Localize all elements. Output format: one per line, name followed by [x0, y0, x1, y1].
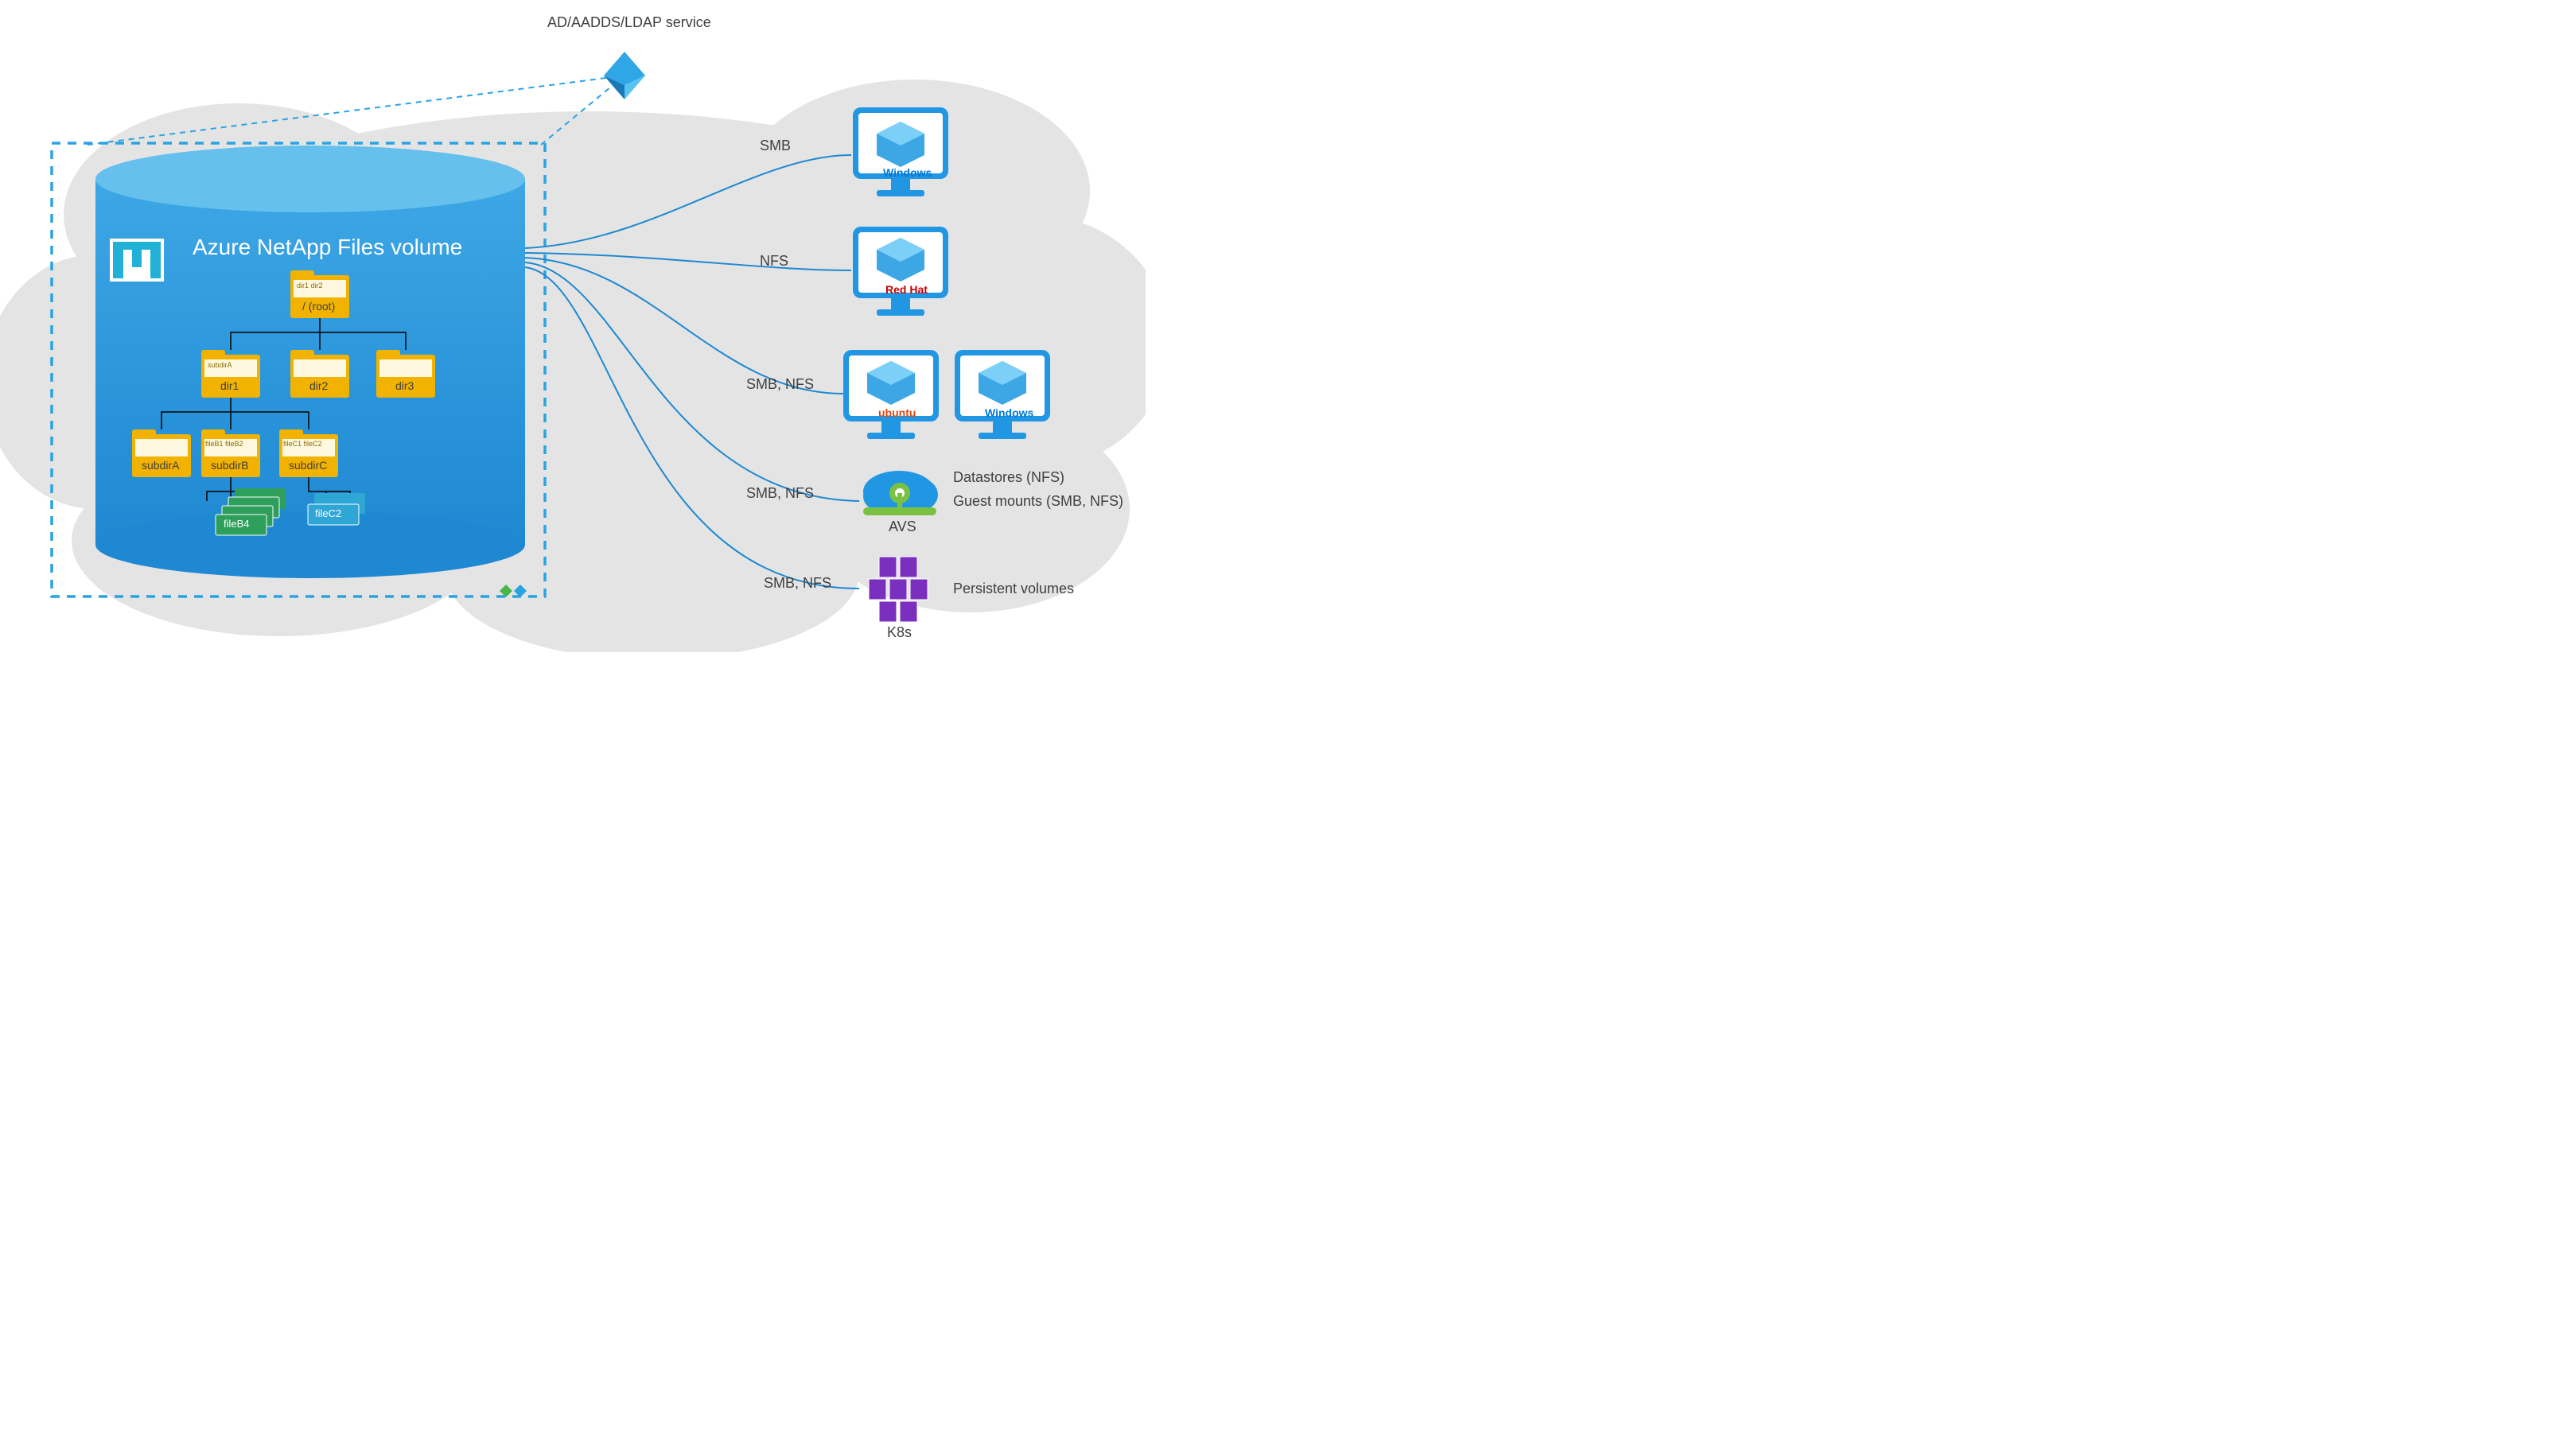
client-ubuntu — [843, 350, 939, 439]
client-windows — [853, 107, 948, 196]
client-windows2-label: Windows — [985, 406, 1033, 419]
client-windows2 — [955, 350, 1050, 439]
clients-layer — [0, 0, 1146, 652]
client-redhat-label: Red Hat — [885, 283, 928, 296]
client-redhat — [853, 227, 948, 316]
k8s-icon — [869, 557, 928, 622]
client-ubuntu-label: ubuntu — [878, 406, 916, 419]
avs-icon — [863, 471, 938, 515]
avs-label: AVS — [889, 519, 916, 535]
client-windows-label: Windows — [883, 166, 932, 179]
label-guestmounts: Guest mounts (SMB, NFS) — [953, 493, 1123, 510]
label-pv: Persistent volumes — [953, 581, 1074, 597]
k8s-label: K8s — [887, 624, 912, 641]
label-datastores: Datastores (NFS) — [953, 469, 1064, 486]
